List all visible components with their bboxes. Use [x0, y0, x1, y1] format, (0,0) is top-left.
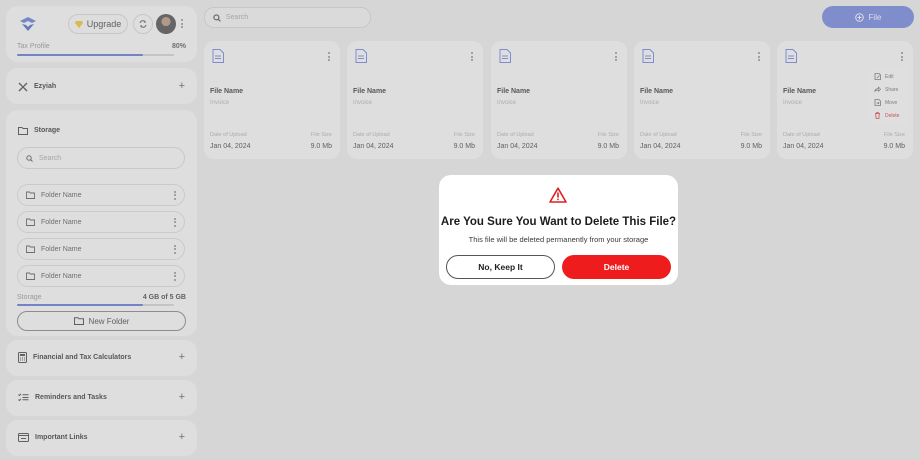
delete-confirm-dialog: Are You Sure You Want to Delete This Fil… — [439, 175, 678, 285]
warning-icon — [549, 187, 567, 203]
keep-file-button[interactable]: No, Keep It — [446, 255, 555, 279]
confirm-delete-button[interactable]: Delete — [562, 255, 671, 279]
dialog-message: This file will be deleted permanently fr… — [468, 235, 649, 244]
dialog-title: Are You Sure You Want to Delete This Fil… — [440, 216, 677, 228]
